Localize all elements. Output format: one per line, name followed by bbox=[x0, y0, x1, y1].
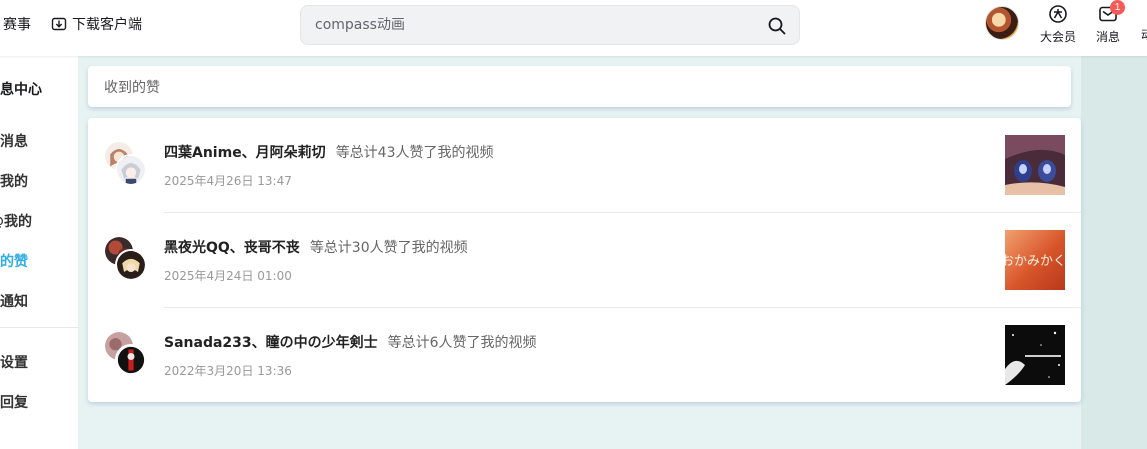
right-background-strip bbox=[1081, 56, 1147, 449]
user-avatar[interactable] bbox=[985, 6, 1019, 40]
header-cut-label[interactable]: 动 bbox=[1141, 26, 1147, 43]
top-header: 赛事 下载客户端 大会员 1 消息 动 bbox=[0, 0, 1147, 56]
liker-names[interactable]: Sanada233、瞳の中の少年剣士 bbox=[164, 335, 378, 351]
vip-icon bbox=[1049, 5, 1067, 23]
search-icon[interactable] bbox=[767, 16, 787, 36]
like-description: 等总计43人赞了我的视频 bbox=[335, 145, 494, 161]
like-description: 等总计30人赞了我的视频 bbox=[309, 240, 468, 256]
download-icon bbox=[51, 17, 67, 31]
sidebar-item-mentions[interactable]: @我的 bbox=[0, 211, 32, 231]
like-description: 等总计6人赞了我的视频 bbox=[387, 335, 537, 351]
likes-list: 四葉Anime、月阿朵莉切 等总计43人赞了我的视频 2025年4月26日 13:… bbox=[88, 118, 1081, 402]
like-date: 2025年4月26日 13:47 bbox=[164, 174, 292, 188]
nav-events-link[interactable]: 赛事 bbox=[3, 0, 31, 48]
messages-icon-wrap: 1 bbox=[1098, 0, 1125, 24]
messages-button[interactable]: 1 消息 bbox=[1086, 0, 1130, 45]
sidebar-item-system-notices[interactable]: 系统通知 bbox=[0, 291, 28, 311]
message-sidebar: 消息中心 我的消息 回复我的 @我的 收到的赞 系统通知 消息设置 自动回复 bbox=[0, 56, 78, 449]
like-item[interactable]: 四葉Anime、月阿朵莉切 等总计43人赞了我的视频 2025年4月26日 13:… bbox=[88, 118, 1081, 213]
sidebar-item-message-settings[interactable]: 消息设置 bbox=[0, 352, 28, 372]
search-box bbox=[300, 5, 800, 45]
video-thumbnail[interactable] bbox=[1005, 325, 1065, 385]
page-title: 收到的赞 bbox=[104, 79, 160, 96]
liker-names-row: Sanada233、瞳の中の少年剣士 等总计6人赞了我的视频 bbox=[164, 332, 537, 352]
video-thumbnail[interactable]: おかみかく bbox=[1005, 230, 1065, 290]
liker-names[interactable]: 四葉Anime、月阿朵莉切 bbox=[164, 145, 326, 161]
sidebar-item-replies[interactable]: 回复我的 bbox=[0, 171, 28, 191]
page-title-card: 收到的赞 bbox=[88, 66, 1071, 107]
message-count-badge: 1 bbox=[1110, 0, 1125, 15]
like-date: 2022年3月20日 13:36 bbox=[164, 364, 292, 378]
video-thumbnail[interactable] bbox=[1005, 135, 1065, 195]
like-item[interactable]: Sanada233、瞳の中の少年剣士 等总计6人赞了我的视频 2022年3月20日… bbox=[88, 308, 1081, 403]
sidebar-item-likes[interactable]: 收到的赞 bbox=[0, 251, 28, 271]
liker-names-row: 黑夜光QQ、丧哥不丧 等总计30人赞了我的视频 bbox=[164, 237, 468, 257]
vip-button[interactable]: 大会员 bbox=[1036, 4, 1080, 45]
nav-download-client-link[interactable]: 下载客户端 bbox=[51, 0, 142, 48]
like-date: 2025年4月24日 01:00 bbox=[164, 269, 292, 283]
liker-avatar[interactable] bbox=[115, 344, 147, 376]
liker-names[interactable]: 黑夜光QQ、丧哥不丧 bbox=[164, 240, 300, 256]
like-item[interactable]: 黑夜光QQ、丧哥不丧 等总计30人赞了我的视频 2025年4月24日 01:00 … bbox=[88, 213, 1081, 308]
liker-avatar[interactable] bbox=[115, 249, 147, 281]
sidebar-item-my-messages[interactable]: 我的消息 bbox=[0, 131, 28, 151]
sidebar-divider bbox=[0, 327, 78, 328]
sidebar-item-auto-reply[interactable]: 自动回复 bbox=[0, 392, 28, 412]
thumbnail-title-text: おかみかく bbox=[1005, 254, 1065, 269]
sidebar-title: 消息中心 bbox=[0, 82, 42, 98]
search-input[interactable] bbox=[315, 17, 755, 33]
liker-names-row: 四葉Anime、月阿朵莉切 等总计43人赞了我的视频 bbox=[164, 142, 494, 162]
liker-avatar[interactable] bbox=[115, 154, 147, 186]
